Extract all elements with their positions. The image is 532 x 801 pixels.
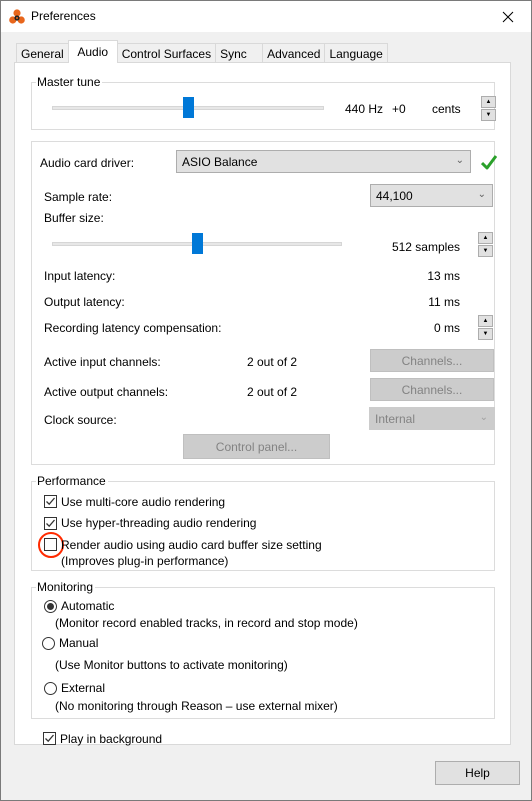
close-button[interactable] [485, 1, 531, 32]
active-output-channels-label: Active output channels: [44, 385, 169, 399]
monitoring-external-label[interactable]: External [61, 681, 105, 695]
tab-language[interactable]: Language [324, 43, 388, 63]
master-tune-slider-thumb[interactable] [182, 97, 194, 118]
performance-group: Performance Use multi-core audio renderi… [31, 474, 495, 571]
checkmark-icon [46, 497, 55, 506]
rec-latency-comp-spinner[interactable]: ▲ ▼ [478, 315, 493, 340]
spin-up-button[interactable]: ▲ [478, 315, 493, 327]
hyper-threading-label[interactable]: Use hyper-threading audio rendering [61, 516, 256, 530]
monitoring-group: Monitoring Automatic (Monitor record ena… [31, 580, 495, 719]
tab-audio[interactable]: Audio [67, 40, 118, 63]
spin-down-button[interactable]: ▼ [478, 328, 493, 340]
preferences-window: Preferences General Audio Control Surfac… [0, 0, 532, 801]
master-tune-hz: 440 Hz [345, 102, 384, 116]
input-latency-label: Input latency: [44, 269, 116, 283]
chevron-down-icon: ⌄ [455, 155, 464, 166]
chevron-down-icon: ⌄ [477, 189, 486, 200]
checkmark-icon [45, 734, 54, 743]
up-arrow-icon: ▲ [482, 318, 489, 324]
monitoring-automatic-note: (Monitor record enabled tracks, in recor… [55, 616, 358, 630]
checkmark-icon [46, 519, 55, 528]
output-latency-value: 11 ms [428, 295, 460, 309]
master-tune-offset: +0 [392, 102, 406, 116]
close-icon [502, 11, 514, 22]
input-channels-button[interactable]: Channels... [370, 349, 494, 372]
down-arrow-icon: ▼ [482, 248, 489, 254]
clock-source-value: Internal [375, 411, 416, 426]
sample-rate-label: Sample rate: [44, 190, 113, 204]
multi-core-label[interactable]: Use multi-core audio rendering [61, 495, 225, 509]
output-channels-button[interactable]: Channels... [370, 378, 494, 401]
tab-sync[interactable]: Sync [215, 43, 264, 63]
sample-rate-select[interactable]: 44,100 ⌄ [370, 184, 493, 207]
buffer-size-spinner[interactable]: ▲ ▼ [478, 232, 493, 257]
sample-rate-value: 44,100 [376, 188, 413, 203]
monitoring-manual-label[interactable]: Manual [59, 636, 98, 650]
monitoring-manual-note: (Use Monitor buttons to activate monitor… [55, 658, 288, 672]
tab-control-surfaces[interactable]: Control Surfaces [116, 43, 217, 63]
buffer-size-value: 512 samples [391, 240, 460, 254]
clock-source-label: Clock source: [44, 413, 117, 427]
hyper-threading-checkbox[interactable] [44, 517, 57, 530]
spin-up-button[interactable]: ▲ [478, 232, 493, 244]
window-title: Preferences [31, 9, 96, 23]
buffer-size-label: Buffer size: [44, 211, 104, 225]
play-in-background-label[interactable]: Play in background [60, 732, 162, 746]
reason-app-icon [9, 9, 25, 24]
chevron-down-icon: ⌄ [479, 412, 488, 423]
driver-ok-checkmark-icon [481, 155, 497, 170]
up-arrow-icon: ▲ [482, 235, 489, 241]
active-input-channels-label: Active input channels: [44, 355, 161, 369]
tab-advanced[interactable]: Advanced [262, 43, 326, 63]
radio-selected-dot [47, 603, 54, 610]
multi-core-checkbox[interactable] [44, 495, 57, 508]
spin-down-button[interactable]: ▼ [481, 109, 496, 121]
performance-label: Performance [36, 474, 108, 488]
monitoring-automatic-radio[interactable] [44, 600, 57, 613]
monitoring-label: Monitoring [36, 580, 96, 594]
card-buffer-size-note: (Improves plug-in performance) [61, 554, 229, 568]
tab-bar: General Audio Control Surfaces Sync Adva… [16, 40, 388, 63]
play-in-background-checkbox[interactable] [43, 732, 56, 745]
rec-latency-comp-label: Recording latency compensation: [44, 321, 222, 335]
tab-general[interactable]: General [16, 43, 69, 63]
master-tune-spinner[interactable]: ▲ ▼ [481, 96, 496, 121]
down-arrow-icon: ▼ [485, 112, 492, 118]
help-button[interactable]: Help [435, 761, 520, 785]
audio-card-driver-value: ASIO Balance [182, 154, 258, 169]
monitoring-external-note: (No monitoring through Reason – use exte… [55, 699, 338, 713]
input-latency-value: 13 ms [427, 269, 460, 283]
master-tune-unit: cents [432, 102, 461, 116]
audio-tab-panel: Master tune 440 Hz +0 cents ▲ ▼ Audio ca… [14, 62, 511, 746]
rec-latency-comp-value: 0 ms [433, 321, 460, 335]
card-buffer-size-label[interactable]: Render audio using audio card buffer siz… [61, 538, 322, 552]
monitoring-automatic-label[interactable]: Automatic [61, 599, 114, 613]
spin-up-button[interactable]: ▲ [481, 96, 496, 108]
active-input-channels-value: 2 out of 2 [247, 355, 298, 369]
output-latency-label: Output latency: [44, 295, 125, 309]
audio-device-group: Audio card driver: ASIO Balance ⌄ Sample… [31, 141, 497, 465]
monitoring-external-radio[interactable] [44, 682, 57, 695]
down-arrow-icon: ▼ [482, 331, 489, 337]
control-panel-button[interactable]: Control panel... [183, 434, 330, 459]
audio-card-driver-label: Audio card driver: [40, 156, 135, 170]
active-output-channels-value: 2 out of 2 [247, 385, 298, 399]
clock-source-select[interactable]: Internal ⌄ [369, 407, 495, 430]
spin-down-button[interactable]: ▼ [478, 245, 493, 257]
master-tune-group: Master tune 440 Hz +0 cents ▲ ▼ [31, 75, 496, 130]
master-tune-label: Master tune [36, 75, 103, 89]
audio-card-driver-select[interactable]: ASIO Balance ⌄ [176, 150, 471, 173]
up-arrow-icon: ▲ [485, 99, 492, 105]
monitoring-manual-radio[interactable] [42, 637, 55, 650]
buffer-size-slider-thumb[interactable] [191, 233, 203, 254]
title-bar: Preferences [1, 1, 531, 32]
